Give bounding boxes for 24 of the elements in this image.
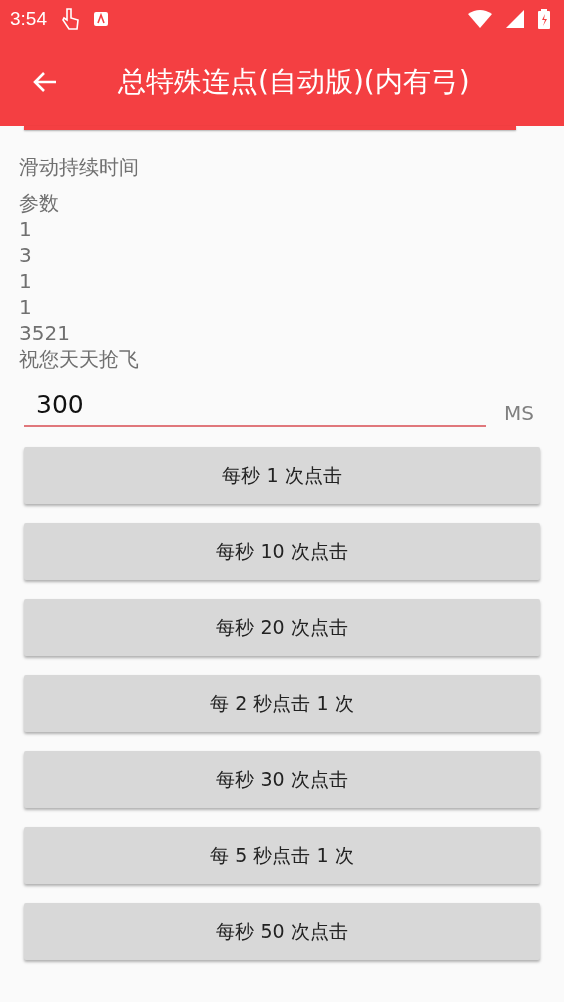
click-rate-button[interactable]: 每 5 秒点击 1 次 <box>24 827 540 884</box>
info-line: 3 <box>19 242 33 268</box>
click-rate-button[interactable]: 每秒 1 次点击 <box>24 447 540 504</box>
info-line: 1 <box>19 216 33 242</box>
section-heading: 滑动持续时间 <box>19 154 140 180</box>
signal-icon <box>506 10 524 28</box>
battery-icon <box>538 9 550 29</box>
status-time: 3:54 <box>10 8 47 30</box>
hand-pointer-icon <box>61 7 79 31</box>
click-rate-button[interactable]: 每秒 20 次点击 <box>24 599 540 656</box>
click-rate-button[interactable]: 每秒 10 次点击 <box>24 523 540 580</box>
unit-label: MS <box>504 401 535 427</box>
info-line: 1 <box>19 294 33 320</box>
click-rate-button[interactable]: 每秒 50 次点击 <box>24 903 540 960</box>
info-line: 1 <box>19 268 33 294</box>
keyboard-app-icon <box>93 11 109 27</box>
duration-input[interactable]: 300 <box>24 386 487 427</box>
info-line: 参数 <box>19 190 60 216</box>
wifi-icon <box>468 10 492 28</box>
info-line: 祝您天天抢飞 <box>19 346 140 372</box>
click-rate-button[interactable]: 每秒 30 次点击 <box>24 751 540 808</box>
info-line: 3521 <box>19 320 71 346</box>
app-title: 总特殊连点(自动版)(内有弓) <box>118 64 470 100</box>
click-rate-button[interactable]: 每 2 秒点击 1 次 <box>24 675 540 732</box>
